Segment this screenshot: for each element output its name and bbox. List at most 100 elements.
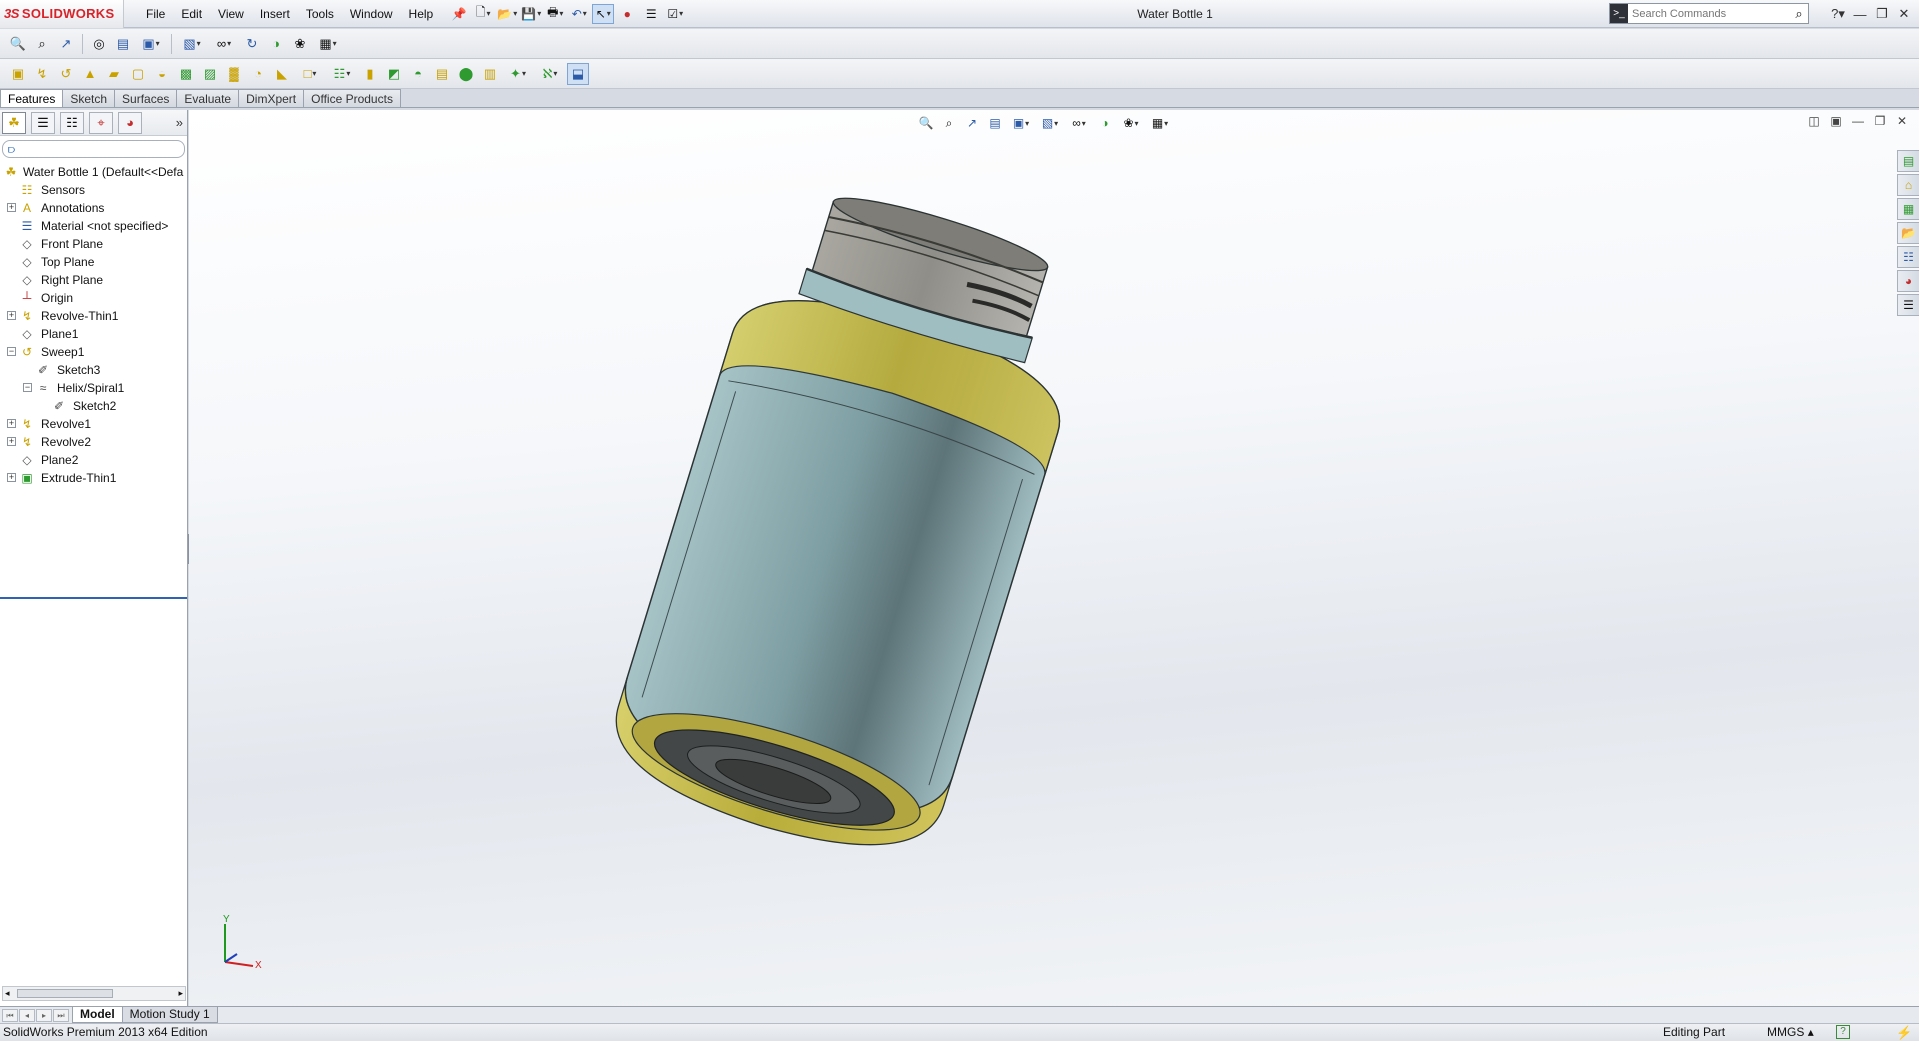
view-settings-icon[interactable]: ▦ bbox=[1146, 113, 1174, 133]
swept-boss-icon[interactable]: ↺ bbox=[55, 63, 77, 85]
menu-window[interactable]: Window bbox=[342, 0, 401, 28]
hide-show-items-icon[interactable]: ∞ bbox=[209, 33, 239, 55]
solidworks-resources-icon[interactable]: ▤ bbox=[1897, 150, 1919, 172]
open-folder-icon[interactable]: 📂 bbox=[496, 4, 518, 24]
linear-pattern-icon[interactable]: ☷ bbox=[327, 63, 357, 85]
undo-icon[interactable]: ↶ bbox=[568, 4, 590, 24]
tab-features[interactable]: Features bbox=[0, 89, 64, 108]
collapse-icon[interactable]: − bbox=[23, 383, 32, 392]
apply-scene-icon[interactable]: ❀ bbox=[289, 33, 311, 55]
search-input[interactable] bbox=[1628, 7, 1790, 20]
menu-view[interactable]: View bbox=[210, 0, 252, 28]
tab-motion-study-1[interactable]: Motion Study 1 bbox=[121, 1007, 218, 1023]
view-orientation-icon[interactable]: ▣ bbox=[1007, 113, 1035, 133]
chamfer-icon[interactable]: ◣ bbox=[271, 63, 293, 85]
tree-item[interactable]: ◇ Right Plane bbox=[0, 271, 187, 289]
expand-icon[interactable]: + bbox=[7, 419, 16, 428]
tree-item[interactable]: ☷ Sensors bbox=[0, 181, 187, 199]
restore-icon[interactable]: ❐ bbox=[1869, 114, 1891, 128]
file-explorer-icon[interactable]: 📂 bbox=[1897, 222, 1919, 244]
search-commands-box[interactable]: >_ ⌕ bbox=[1609, 3, 1809, 24]
display-style-icon[interactable]: ▧ bbox=[177, 33, 207, 55]
tree-item[interactable]: − ≈ Helix/Spiral1 bbox=[0, 379, 187, 397]
menu-tools[interactable]: Tools bbox=[298, 0, 342, 28]
display-style-icon[interactable]: ▧ bbox=[1036, 113, 1064, 133]
rollback-bar[interactable] bbox=[0, 597, 187, 599]
boundary-boss-icon[interactable]: ▰ bbox=[103, 63, 125, 85]
property-manager-tab-icon[interactable]: ☰ bbox=[31, 111, 55, 134]
view-settings-icon[interactable]: ▦ bbox=[313, 33, 343, 55]
section-view-icon[interactable]: ▤ bbox=[112, 33, 134, 55]
tab-surfaces[interactable]: Surfaces bbox=[114, 89, 178, 108]
feature-manager-tab-icon[interactable]: ☘ bbox=[2, 111, 26, 134]
split-view-icon[interactable]: ◫ bbox=[1803, 114, 1825, 128]
traffic-light-icon[interactable]: ● bbox=[616, 4, 638, 24]
tree-item[interactable]: + ↯ Revolve2 bbox=[0, 433, 187, 451]
hide-show-items-icon[interactable]: ∞ bbox=[1065, 113, 1093, 133]
fillet-icon[interactable]: ◔ bbox=[247, 63, 269, 85]
tab-office-products[interactable]: Office Products bbox=[303, 89, 401, 108]
tab-model[interactable]: Model bbox=[72, 1007, 123, 1023]
tree-item[interactable]: + A Annotations bbox=[0, 199, 187, 217]
unit-system-selector[interactable]: MMGS ▴ bbox=[1767, 1024, 1814, 1041]
search-icon[interactable]: ⌕ bbox=[1790, 6, 1808, 22]
expand-panel-icon[interactable]: » bbox=[176, 115, 183, 130]
boundary-cut-icon[interactable]: ▓ bbox=[223, 63, 245, 85]
menu-file[interactable]: File bbox=[138, 0, 173, 28]
edit-appearance-icon[interactable]: ◑ bbox=[265, 33, 287, 55]
zoom-to-fit-icon[interactable]: 🔍 bbox=[7, 33, 29, 55]
expand-icon[interactable]: + bbox=[7, 203, 16, 212]
menu-edit[interactable]: Edit bbox=[173, 0, 210, 28]
expand-icon[interactable]: + bbox=[7, 473, 16, 482]
revolved-boss-icon[interactable]: ↯ bbox=[31, 63, 53, 85]
previous-view-icon[interactable]: ↗ bbox=[961, 113, 983, 133]
configuration-manager-tab-icon[interactable]: ☷ bbox=[60, 111, 84, 134]
tab-dimxpert[interactable]: DimXpert bbox=[238, 89, 305, 108]
expand-icon[interactable]: + bbox=[7, 437, 16, 446]
extruded-boss-icon[interactable]: ▣ bbox=[7, 63, 29, 85]
tree-item[interactable]: ◇ Plane2 bbox=[0, 451, 187, 469]
zoom-area-icon[interactable]: ⌕ bbox=[31, 33, 53, 55]
dome-icon[interactable]: ◓ bbox=[407, 63, 429, 85]
water-bottle-model[interactable] bbox=[189, 110, 1919, 1006]
next-tab-icon[interactable]: ▸ bbox=[36, 1008, 52, 1022]
help-icon[interactable]: ?▾ bbox=[1827, 6, 1849, 22]
save-icon[interactable]: 💾 bbox=[520, 4, 542, 24]
instant3d-icon[interactable]: ⬓ bbox=[567, 62, 589, 85]
menu-insert[interactable]: Insert bbox=[252, 0, 298, 28]
expand-icon[interactable]: + bbox=[7, 311, 16, 320]
scroll-left-icon[interactable]: ◂ bbox=[5, 987, 10, 1000]
first-tab-icon[interactable]: ⏮ bbox=[2, 1008, 18, 1022]
dynamic-annotation-icon[interactable]: ◎ bbox=[88, 33, 110, 55]
tree-item[interactable]: ☰ Material <not specified> bbox=[0, 217, 187, 235]
appearances-icon[interactable]: ◕ bbox=[1897, 270, 1919, 292]
tree-item[interactable]: ┴ Origin bbox=[0, 289, 187, 307]
tree-item[interactable]: ◇ Front Plane bbox=[0, 235, 187, 253]
file-properties-icon[interactable]: ☰ bbox=[640, 4, 662, 24]
tile-view-icon[interactable]: ▣ bbox=[1825, 114, 1847, 128]
options-icon[interactable]: ☑ bbox=[664, 4, 686, 24]
tree-item[interactable]: + ▣ Extrude-Thin1 bbox=[0, 469, 187, 487]
minimize-icon[interactable]: — bbox=[1847, 114, 1869, 128]
view-palette-icon[interactable]: ☷ bbox=[1897, 246, 1919, 268]
tab-evaluate[interactable]: Evaluate bbox=[176, 89, 240, 108]
tree-filter-field[interactable]: ⫐ bbox=[2, 140, 185, 158]
dimxpert-manager-tab-icon[interactable]: ⌖ bbox=[89, 111, 113, 134]
tree-item[interactable]: + ↯ Revolve1 bbox=[0, 415, 187, 433]
curves-icon[interactable]: ℵ bbox=[535, 63, 565, 85]
zoom-to-fit-icon[interactable]: 🔍 bbox=[915, 113, 937, 133]
extruded-cut-icon[interactable]: ▢ bbox=[127, 63, 149, 85]
print-icon[interactable]: 🖶 bbox=[544, 4, 566, 24]
revolved-cut-icon[interactable]: ◒ bbox=[151, 63, 173, 85]
previous-view-icon[interactable]: ↗ bbox=[55, 33, 77, 55]
quick-tips-icon[interactable]: ? bbox=[1836, 1025, 1850, 1039]
lofted-cut-icon[interactable]: ▨ bbox=[199, 63, 221, 85]
home-icon[interactable]: ⌂ bbox=[1897, 174, 1919, 196]
prev-tab-icon[interactable]: ◂ bbox=[19, 1008, 35, 1022]
lofted-boss-icon[interactable]: ▲ bbox=[79, 63, 101, 85]
graphics-area[interactable]: 🔍 ⌕ ↗ ▤ ▣ ▧ ∞ ◑ ❀ ▦ ◫ ▣ — ❐ ✕ ▤ ⌂ ▦ 📂 ☷ … bbox=[189, 110, 1919, 1006]
zoom-area-icon[interactable]: ⌕ bbox=[938, 113, 960, 133]
tree-item[interactable]: ✐ Sketch3 bbox=[0, 361, 187, 379]
wrap-icon[interactable]: ▤ bbox=[431, 63, 453, 85]
swept-cut-icon[interactable]: ▩ bbox=[175, 63, 197, 85]
